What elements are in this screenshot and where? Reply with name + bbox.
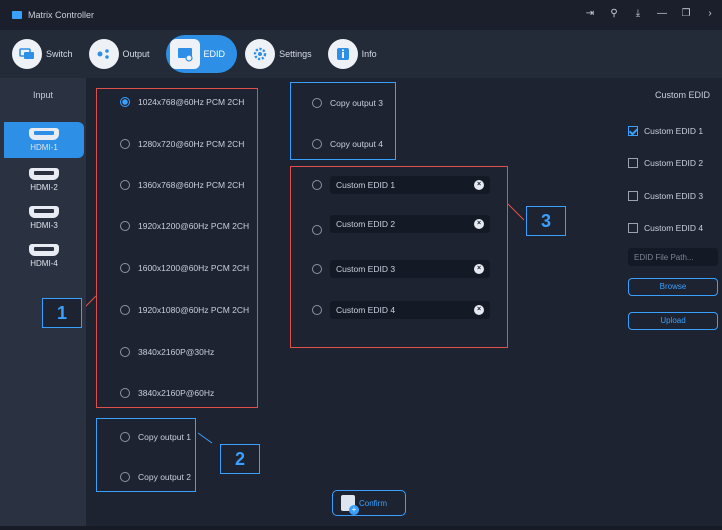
- radio-button[interactable]: [120, 388, 130, 398]
- tab-edid[interactable]: EDID: [165, 35, 238, 73]
- sidebar-item-hdmi-4[interactable]: HDMI-4: [4, 238, 84, 274]
- custom-edid-field[interactable]: Custom EDID 2 ×: [330, 215, 490, 233]
- tab-settings[interactable]: Settings: [245, 35, 320, 73]
- checkbox[interactable]: [628, 223, 638, 233]
- callout-number: 1: [42, 298, 82, 328]
- radio-button[interactable]: [312, 225, 322, 235]
- tab-switch[interactable]: Switch: [12, 35, 81, 73]
- radio-button[interactable]: [312, 180, 322, 190]
- clear-icon[interactable]: ×: [474, 264, 484, 274]
- edid-preset-option[interactable]: 1920x1080@60Hz PCM 2CH: [120, 305, 249, 315]
- checkbox[interactable]: [628, 191, 638, 201]
- gear-icon: [245, 39, 276, 69]
- app-logo-icon: [12, 11, 22, 19]
- custom-edid-option[interactable]: [312, 305, 330, 315]
- clear-icon[interactable]: ×: [474, 219, 484, 229]
- confirm-button[interactable]: Confirm: [332, 490, 406, 516]
- radio-button[interactable]: [120, 472, 130, 482]
- custom-edid-option[interactable]: [312, 264, 330, 274]
- edid-file-path-input[interactable]: [628, 248, 718, 266]
- main-nav: Switch Output EDID Settings Info: [0, 30, 722, 78]
- edid-preset-option[interactable]: 1280x720@60Hz PCM 2CH: [120, 139, 244, 149]
- edid-preset-option[interactable]: 3840x2160P@30Hz: [120, 347, 214, 357]
- sidebar-item-hdmi-2[interactable]: HDMI-2: [4, 162, 84, 198]
- browse-button[interactable]: Browse: [628, 278, 718, 296]
- clear-icon[interactable]: ×: [474, 180, 484, 190]
- copy-output-option[interactable]: Copy output 2: [120, 472, 191, 482]
- annotation-box-presets: [96, 88, 258, 408]
- hdmi-icon: [29, 206, 59, 218]
- close-icon[interactable]: ›: [704, 8, 716, 20]
- output-icon: [88, 39, 119, 69]
- edid-preset-option[interactable]: 3840x2160P@60Hz: [120, 388, 214, 398]
- edid-panel: 1024x768@60Hz PCM 2CH 1280x720@60Hz PCM …: [42, 78, 722, 530]
- checkbox[interactable]: [628, 158, 638, 168]
- custom-edid-checkbox[interactable]: Custom EDID 1: [628, 126, 703, 136]
- copy-output-option[interactable]: Copy output 1: [120, 432, 191, 442]
- radio-button[interactable]: [120, 221, 130, 231]
- callout-number: 3: [526, 206, 566, 236]
- confirm-icon: [341, 495, 359, 515]
- radio-button[interactable]: [312, 98, 322, 108]
- pin-icon[interactable]: ⚲: [608, 8, 620, 20]
- edid-preset-option[interactable]: 1360x768@60Hz PCM 2CH: [120, 180, 244, 190]
- sidebar-title: Input: [32, 90, 54, 100]
- title-bar: Matrix Controller ⇥ ⚲ ⤓ — ❐ ›: [0, 0, 722, 30]
- hdmi-icon: [29, 128, 59, 140]
- radio-button[interactable]: [120, 97, 130, 107]
- radio-button[interactable]: [120, 263, 130, 273]
- radio-button[interactable]: [312, 139, 322, 149]
- custom-edid-checkbox[interactable]: Custom EDID 4: [628, 223, 703, 233]
- restore-icon[interactable]: ❐: [680, 8, 692, 20]
- edid-preset-option[interactable]: 1920x1200@60Hz PCM 2CH: [120, 221, 249, 231]
- radio-button[interactable]: [312, 305, 322, 315]
- edid-preset-option[interactable]: 1600x1200@60Hz PCM 2CH: [120, 263, 249, 273]
- copy-output-option[interactable]: Copy output 4: [312, 139, 383, 149]
- tab-output[interactable]: Output: [88, 35, 158, 73]
- radio-button[interactable]: [312, 264, 322, 274]
- custom-edid-checkbox[interactable]: Custom EDID 2: [628, 158, 703, 168]
- callout-number: 2: [220, 444, 260, 474]
- radio-button[interactable]: [120, 180, 130, 190]
- radio-button[interactable]: [120, 139, 130, 149]
- custom-edid-option[interactable]: [312, 225, 330, 235]
- switch-icon: [12, 39, 42, 69]
- custom-edid-field[interactable]: Custom EDID 4 ×: [330, 301, 490, 319]
- sidebar-item-hdmi-3[interactable]: HDMI-3: [4, 200, 84, 236]
- bottom-bar: [0, 526, 722, 530]
- window-title: Matrix Controller: [28, 10, 95, 20]
- matrix-controller-window: Matrix Controller ⇥ ⚲ ⤓ — ❐ › Switch Out…: [0, 0, 722, 530]
- hdmi-icon: [29, 244, 59, 256]
- custom-edid-checkbox[interactable]: Custom EDID 3: [628, 191, 703, 201]
- tab-info[interactable]: Info: [327, 35, 385, 73]
- info-icon: [327, 39, 358, 69]
- minimize-icon[interactable]: —: [656, 8, 668, 20]
- export-icon[interactable]: ⇥: [584, 8, 596, 20]
- custom-edid-title: Custom EDID: [654, 90, 710, 100]
- radio-button[interactable]: [120, 347, 130, 357]
- upload-button[interactable]: Upload: [628, 312, 718, 330]
- edid-icon: [169, 39, 200, 69]
- sidebar-item-hdmi-1[interactable]: HDMI-1: [4, 122, 84, 158]
- checkbox[interactable]: [628, 126, 638, 136]
- custom-edid-field[interactable]: Custom EDID 3 ×: [330, 260, 490, 278]
- window-controls: ⇥ ⚲ ⤓ — ❐ ›: [584, 8, 716, 20]
- download-icon[interactable]: ⤓: [632, 8, 644, 20]
- custom-edid-option[interactable]: [312, 180, 330, 190]
- hdmi-icon: [29, 168, 59, 180]
- radio-button[interactable]: [120, 432, 130, 442]
- radio-button[interactable]: [120, 305, 130, 315]
- clear-icon[interactable]: ×: [474, 305, 484, 315]
- edid-preset-option[interactable]: 1024x768@60Hz PCM 2CH: [120, 97, 244, 107]
- custom-edid-field[interactable]: Custom EDID 1 ×: [330, 176, 490, 194]
- copy-output-option[interactable]: Copy output 3: [312, 98, 383, 108]
